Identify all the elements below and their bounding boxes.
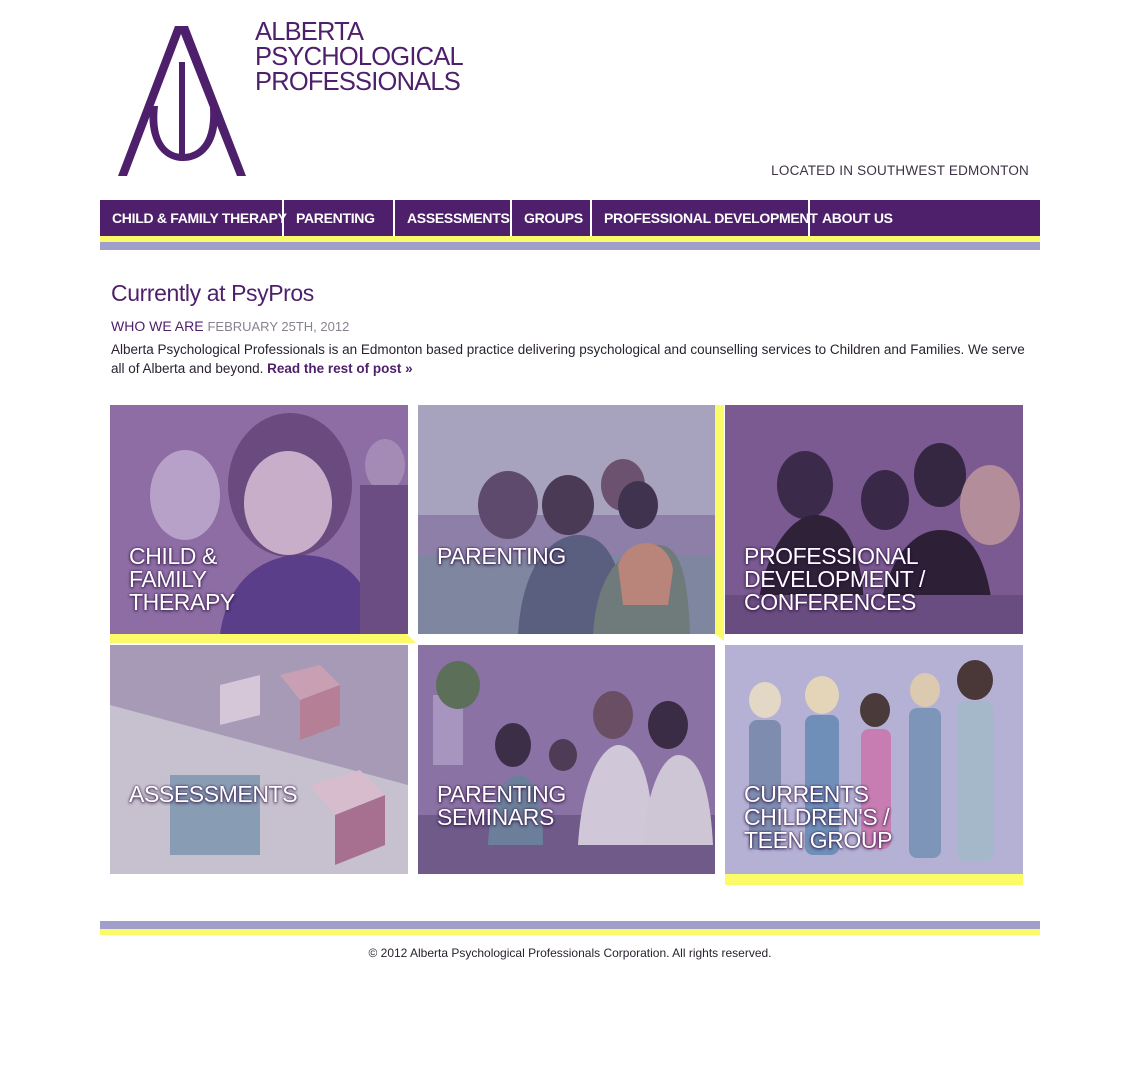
footer-stripe-yellow [100,929,1040,935]
nav-item-professional-development[interactable]: PROFESSIONAL DEVELOPMENT [592,200,818,236]
tile-label: ASSESSMENTS [129,781,298,807]
post-excerpt: Alberta Psychological Professionals is a… [111,341,1036,378]
read-more-link[interactable]: Read the rest of post » [267,361,413,376]
tile-child-family-therapy[interactable]: CHILD & FAMILY THERAPY [110,405,408,634]
location-tagline: LOCATED IN SOUTHWEST EDMONTON [771,163,1029,178]
seminar-photo-image [418,645,715,874]
tile-label: PARENTING SEMINARS [437,781,566,830]
tile-professional-development[interactable]: PROFESSIONAL DEVELOPMENT / CONFERENCES [725,405,1023,634]
logo-line-2: PSYCHOLOGICAL [255,43,464,71]
post-title-link[interactable]: WHO WE ARE [111,318,204,334]
tile-parenting-seminars[interactable]: PARENTING SEMINARS [418,645,715,874]
post-date: FEBRUARY 25TH, 2012 [207,319,350,334]
tile-accent-bar [110,634,416,643]
nav-item-assessments[interactable]: ASSESSMENTS [395,200,512,236]
family-photo-image [418,405,715,634]
logo-wordmark: ALBERTA PSYCHOLOGICAL PROFESSIONALS [255,18,464,96]
nav-item-parenting[interactable]: PARENTING [284,200,395,236]
tile-label: CURRENTS CHILDREN'S / TEEN GROUP [744,781,893,853]
logo-line-3: PROFESSIONALS [255,68,461,96]
section-title: Currently at PsyPros [111,280,314,306]
logo-icon[interactable] [112,22,254,182]
post-heading: WHO WE ARE FEBRUARY 25TH, 2012 [111,318,349,334]
nav-item-child-family-therapy[interactable]: CHILD & FAMILY THERAPY [100,200,287,236]
logo-line-1: ALBERTA [255,18,364,46]
tile-label: CHILD & FAMILY THERAPY [129,543,235,615]
tile-label: PROFESSIONAL DEVELOPMENT / CONFERENCES [744,543,925,615]
footer-stripe-lavender [100,921,1040,929]
nav-item-groups[interactable]: GROUPS [512,200,592,236]
post-body-text: Alberta Psychological Professionals is a… [111,342,1025,376]
tile-parenting[interactable]: PARENTING [418,405,715,634]
tile-accent-bar [715,405,724,641]
assessment-blocks-image [110,645,408,874]
nav-item-about-us[interactable]: ABOUT US [810,200,1040,236]
tile-accent-bar [725,874,1023,885]
tile-currents-teen-group[interactable]: CURRENTS CHILDREN'S / TEEN GROUP [725,645,1023,874]
tile-assessments[interactable]: ASSESSMENTS [110,645,408,874]
nav-accent-stripe-lavender [100,242,1040,250]
copyright-text: © 2012 Alberta Psychological Professiona… [368,946,772,960]
tile-label: PARENTING [437,543,566,569]
main-nav: CHILD & FAMILY THERAPY PARENTING ASSESSM… [100,200,1040,236]
